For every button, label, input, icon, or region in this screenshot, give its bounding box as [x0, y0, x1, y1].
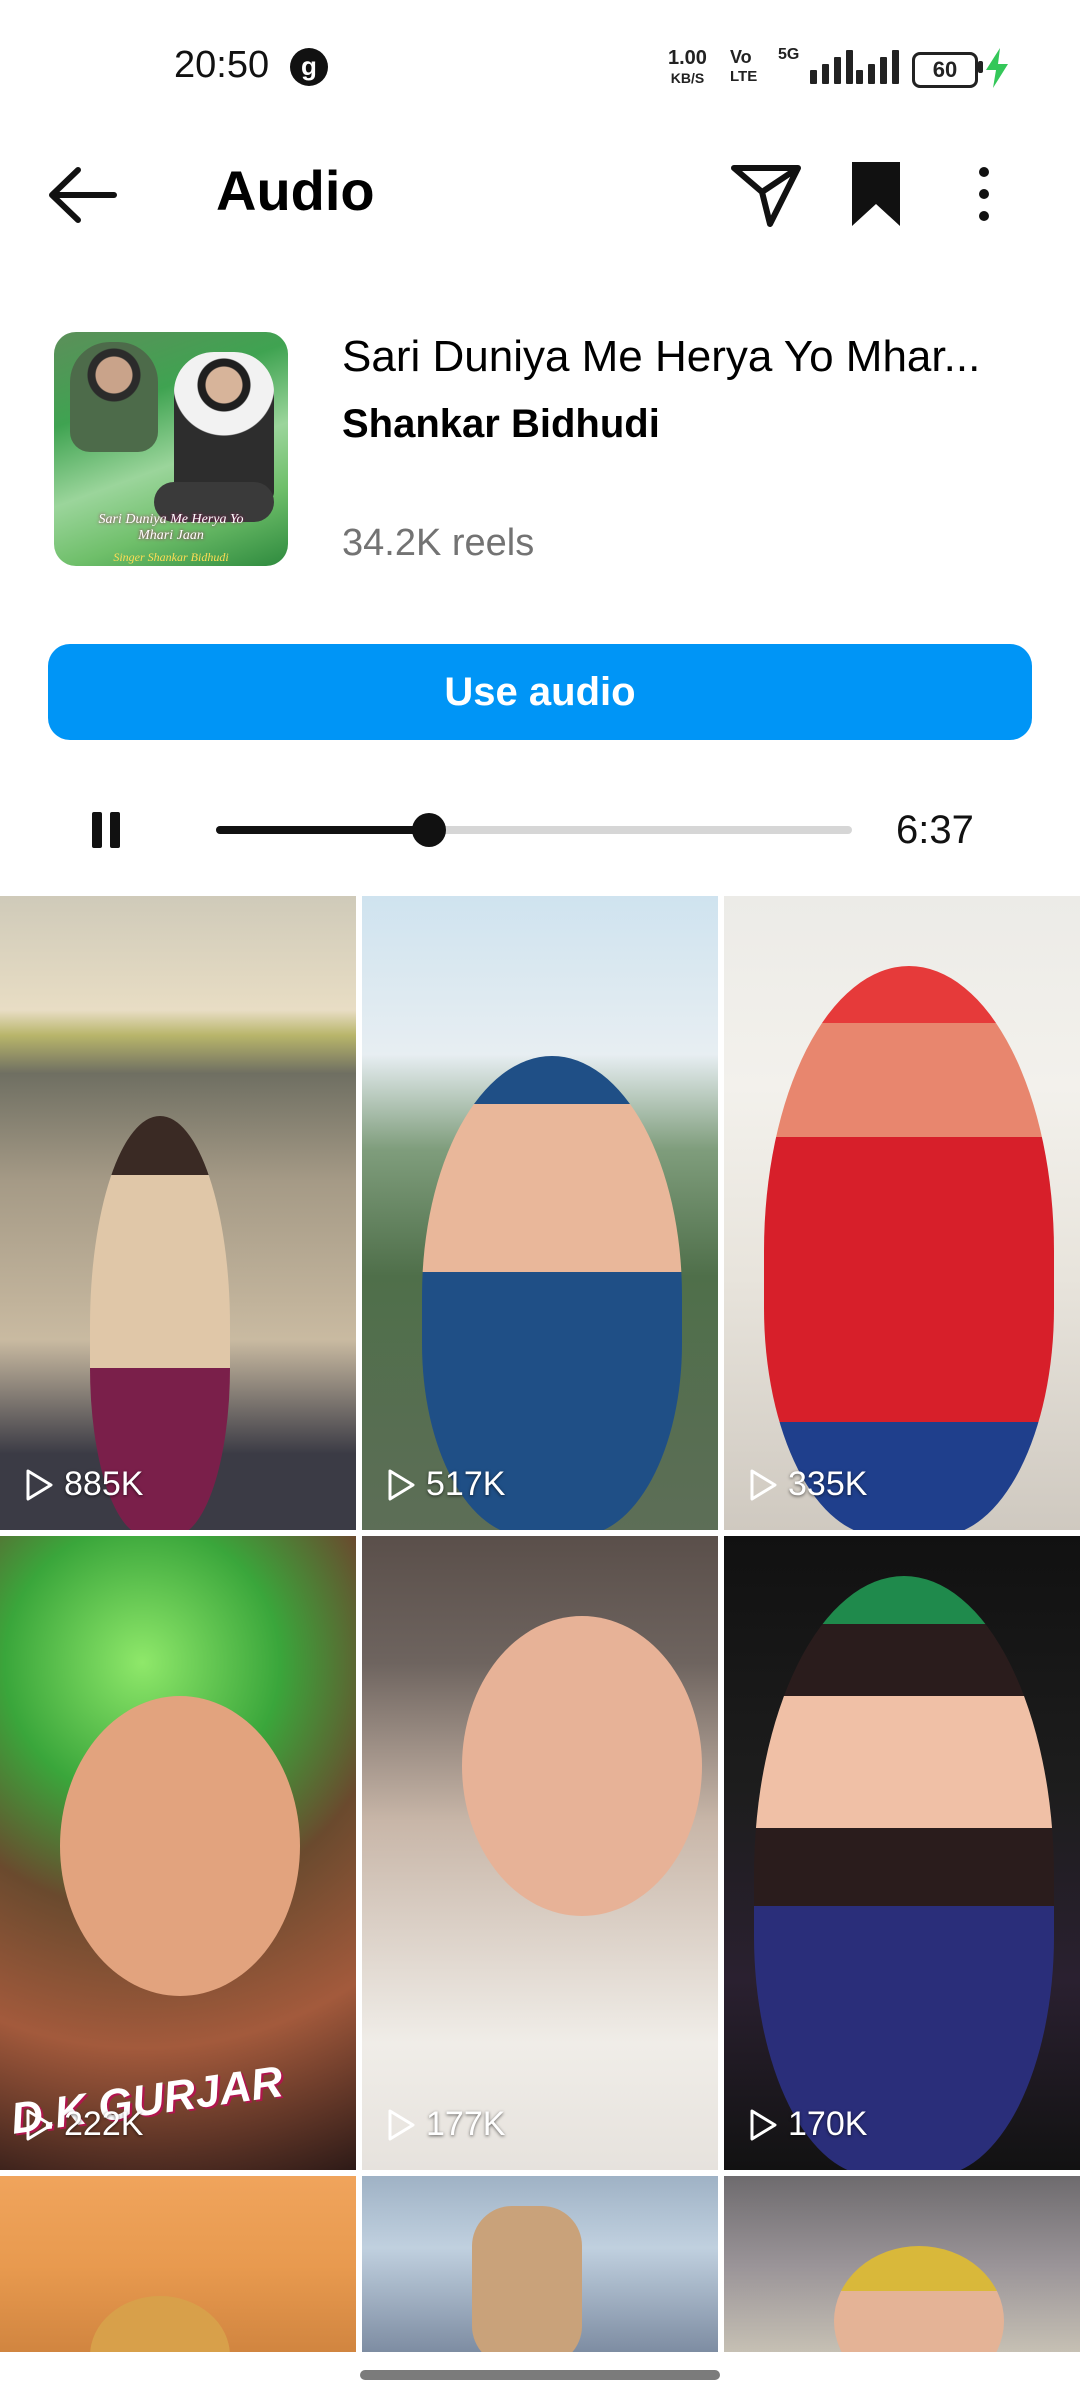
- charging-bolt-icon: [986, 48, 1008, 88]
- reel-view-count: 170K: [748, 2105, 867, 2144]
- play-icon: [26, 2109, 53, 2140]
- reel-tile[interactable]: 885K: [0, 896, 356, 1530]
- home-indicator[interactable]: [360, 2370, 720, 2380]
- back-arrow-icon[interactable]: [44, 160, 124, 230]
- reels-count: 34.2K reels: [342, 522, 535, 564]
- reel-figure: [754, 1576, 1054, 2170]
- progress-thumb[interactable]: [412, 813, 447, 847]
- reel-tile[interactable]: 177K: [362, 1536, 718, 2170]
- volte-top: Vo: [730, 47, 752, 67]
- reel-views: 517K: [426, 1465, 506, 1503]
- cover-singer-caption: Singer Shankar Bidhudi: [113, 550, 229, 564]
- reel-figure: [764, 966, 1054, 1530]
- reel-tile[interactable]: 335K: [724, 896, 1080, 1530]
- play-icon: [26, 1469, 53, 1500]
- reel-tile[interactable]: 170K: [724, 1536, 1080, 2170]
- reel-view-count: 177K: [386, 2105, 505, 2144]
- cover-figure: [174, 352, 274, 502]
- signal-strength-2-icon: [856, 50, 899, 84]
- app-header: Audio: [0, 130, 1080, 260]
- reel-tile[interactable]: D.K GURJAR 222K: [0, 1536, 356, 2170]
- reel-tile[interactable]: [724, 2176, 1080, 2352]
- battery-nub: [978, 61, 983, 73]
- cover-caption-line: Sari Duniya Me Herya Yo: [98, 512, 244, 527]
- network-speed-unit: KB/S: [670, 70, 705, 86]
- reel-views: 170K: [788, 2105, 868, 2143]
- pause-icon[interactable]: [92, 812, 122, 848]
- reel-tile[interactable]: 517K: [362, 896, 718, 1530]
- audio-progress-bar[interactable]: [216, 813, 852, 847]
- progress-fill: [216, 826, 430, 834]
- reel-views: 177K: [426, 2105, 506, 2143]
- play-icon: [750, 1469, 777, 1500]
- reel-view-count: 335K: [748, 1465, 867, 1504]
- audio-cover-art[interactable]: Sari Duniya Me Herya Yo Mhari Jaan Singe…: [54, 332, 288, 566]
- send-icon[interactable]: [726, 156, 806, 232]
- play-icon: [388, 1469, 415, 1500]
- reel-views: 335K: [788, 1465, 868, 1503]
- bookmark-icon[interactable]: [846, 156, 906, 232]
- reel-tile[interactable]: [0, 2176, 356, 2352]
- more-vertical-icon[interactable]: [966, 156, 1002, 232]
- volte-bottom: LTE: [730, 68, 758, 85]
- signal-strength-icon: [810, 50, 853, 84]
- reel-views: 885K: [64, 1465, 144, 1503]
- reel-face: [60, 1696, 300, 1996]
- reel-tile[interactable]: [362, 2176, 718, 2352]
- use-audio-button[interactable]: Use audio: [48, 644, 1032, 740]
- reel-view-count: 222K: [24, 2105, 143, 2144]
- reel-view-count: 885K: [24, 1465, 143, 1504]
- status-time: 20:50: [174, 44, 270, 86]
- reel-face: [462, 1616, 702, 1916]
- network-speed-value: 1.00: [668, 47, 707, 69]
- page-title: Audio: [216, 159, 375, 222]
- reel-figure: [472, 2206, 582, 2352]
- reel-face: [90, 2296, 230, 2352]
- audio-artist[interactable]: Shankar Bidhudi: [342, 402, 660, 447]
- network-speed: 1.00 KB/S: [668, 48, 707, 88]
- reel-view-count: 517K: [386, 1465, 505, 1504]
- cover-caption: Sari Duniya Me Herya Yo Mhari Jaan: [54, 512, 288, 544]
- volte-indicator: Vo LTE: [730, 48, 757, 86]
- play-icon: [750, 2109, 777, 2140]
- reel-views: 222K: [64, 2105, 144, 2143]
- network-type: 5G: [778, 46, 800, 63]
- reel-figure: [422, 1056, 682, 1530]
- audio-title: Sari Duniya Me Herya Yo Mhar...: [342, 332, 981, 381]
- cover-caption-line: Mhari Jaan: [138, 528, 204, 543]
- reels-grid: 885K 517K 335K D.K GURJAR 222K 177K 170K: [0, 896, 1080, 2352]
- audio-duration: 6:37: [896, 808, 974, 852]
- cover-figure: [70, 342, 158, 452]
- status-bar: 20:50 g 1.00 KB/S Vo LTE 5G 60: [0, 0, 1080, 130]
- notification-g-icon: g: [290, 48, 328, 86]
- reel-face: [834, 2246, 1004, 2352]
- play-icon: [388, 2109, 415, 2140]
- battery-icon: 60: [912, 52, 978, 88]
